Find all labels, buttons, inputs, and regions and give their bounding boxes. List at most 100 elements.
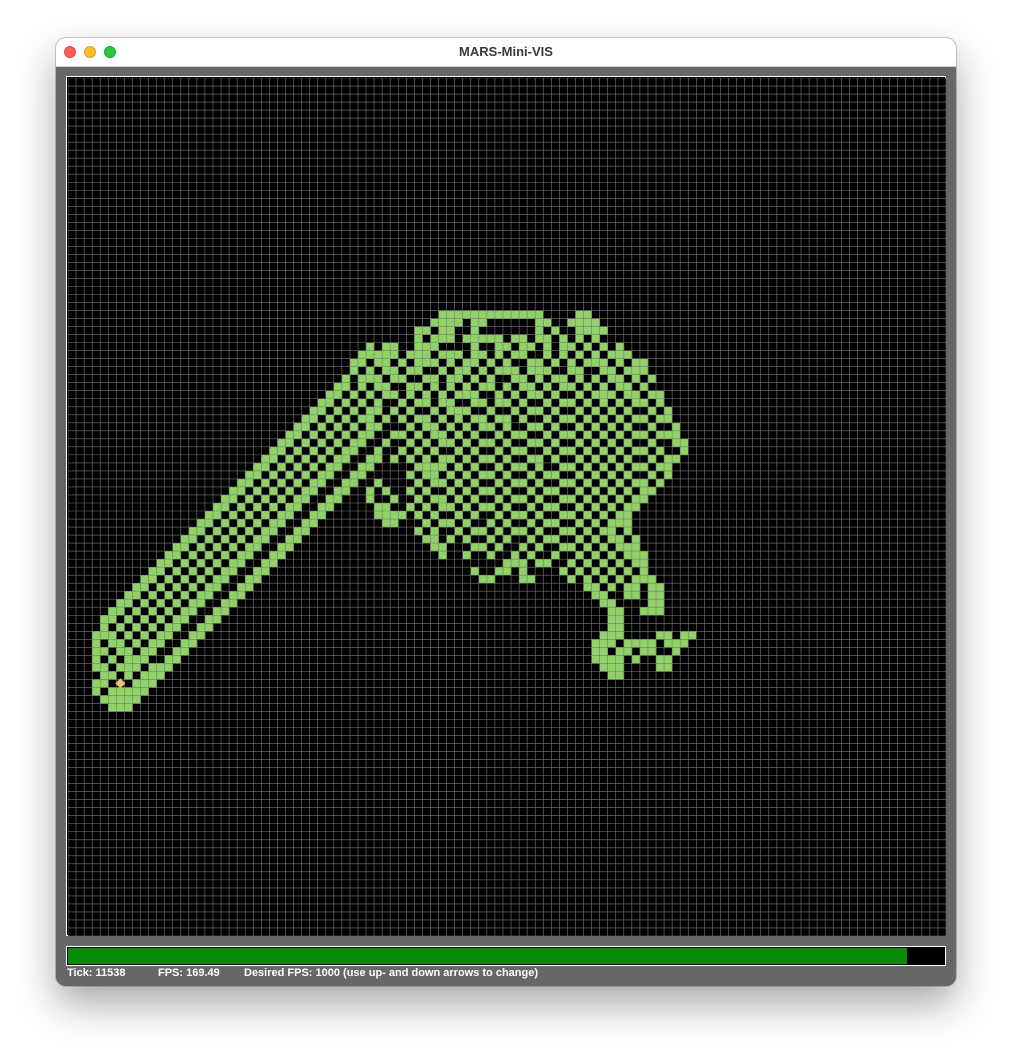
- occupied-cell: [486, 438, 496, 448]
- occupied-cell: [615, 382, 625, 392]
- occupied-cell: [229, 511, 238, 520]
- occupied-cell: [615, 623, 625, 632]
- occupied-cell: [470, 567, 480, 576]
- occupied-cell: [599, 494, 608, 504]
- occupied-cell: [156, 599, 165, 608]
- occupied-cell: [188, 551, 198, 560]
- occupied-cell: [196, 527, 206, 536]
- occupied-cell: [422, 462, 431, 472]
- occupied-cell: [607, 486, 617, 496]
- occupied-cell: [406, 470, 415, 480]
- occupied-cell: [317, 422, 327, 432]
- occupied-cell: [680, 446, 689, 456]
- occupied-cell: [478, 334, 488, 343]
- occupied-cell: [293, 462, 302, 472]
- occupied-cell: [124, 663, 133, 672]
- occupied-cell: [454, 430, 463, 440]
- occupied-cell: [124, 615, 133, 624]
- occupied-cell: [221, 519, 230, 528]
- occupied-cell: [124, 695, 133, 704]
- occupied-cell: [639, 639, 649, 648]
- occupied-cell: [414, 334, 423, 343]
- occupied-cell: [591, 390, 600, 400]
- occupied-cell: [615, 671, 625, 680]
- occupied-cell: [486, 535, 496, 544]
- occupied-cell: [108, 615, 117, 624]
- occupied-cell: [172, 551, 182, 560]
- occupied-cell: [543, 334, 552, 343]
- occupied-cell: [180, 591, 190, 600]
- occupied-cell: [567, 527, 576, 536]
- occupied-cell: [527, 382, 536, 392]
- occupied-cell: [422, 454, 431, 464]
- occupied-cell: [229, 486, 238, 496]
- occupied-cell: [647, 647, 657, 656]
- occupied-cell: [615, 543, 625, 552]
- occupied-cell: [406, 454, 415, 464]
- occupied-cell: [607, 623, 617, 632]
- occupied-cell: [164, 631, 174, 640]
- occupied-cell: [623, 406, 633, 416]
- occupied-cell: [639, 430, 649, 440]
- occupied-cell: [285, 486, 294, 496]
- occupied-cell: [470, 318, 480, 327]
- occupied-cell: [212, 559, 222, 568]
- occupied-cell: [519, 462, 528, 472]
- occupied-cell: [664, 462, 673, 472]
- occupied-cell: [607, 663, 617, 672]
- occupied-cell: [446, 398, 455, 408]
- occupied-cell: [253, 543, 262, 552]
- occupied-cell: [567, 511, 576, 520]
- occupied-cell: [478, 502, 488, 512]
- occupied-cell: [583, 446, 592, 456]
- occupied-cell: [92, 663, 101, 672]
- occupied-cell: [285, 438, 294, 448]
- occupied-cell: [639, 446, 649, 456]
- occupied-cell: [325, 502, 335, 512]
- occupied-cell: [527, 551, 536, 560]
- occupied-cell: [124, 647, 133, 656]
- occupied-cell: [414, 527, 423, 536]
- occupied-cell: [567, 414, 576, 424]
- occupied-cell: [631, 639, 641, 648]
- occupied-cell: [647, 599, 657, 608]
- occupied-cell: [470, 326, 480, 335]
- occupied-cell: [583, 575, 592, 584]
- occupied-cell: [599, 663, 608, 672]
- occupied-cell: [631, 575, 641, 584]
- occupied-cell: [204, 535, 214, 544]
- occupied-cell: [478, 454, 488, 464]
- occupied-cell: [543, 559, 552, 568]
- occupied-cell: [543, 430, 552, 440]
- occupied-cell: [639, 647, 649, 656]
- occupied-cell: [607, 527, 617, 536]
- occupied-cell: [309, 478, 319, 488]
- occupied-cell: [196, 543, 206, 552]
- occupied-cell: [567, 494, 576, 504]
- occupied-cell: [357, 382, 367, 392]
- occupied-cell: [470, 430, 480, 440]
- occupied-cell: [261, 527, 270, 536]
- occupied-cell: [599, 511, 608, 520]
- occupied-cell: [623, 350, 633, 359]
- occupied-cell: [422, 438, 431, 448]
- occupied-cell: [277, 511, 286, 520]
- occupied-cell: [269, 559, 278, 568]
- occupied-cell: [470, 374, 480, 384]
- occupied-cell: [390, 406, 399, 416]
- occupied-cell: [551, 358, 560, 367]
- occupied-cell: [285, 454, 294, 464]
- occupied-cell: [132, 655, 141, 664]
- occupied-cell: [535, 390, 544, 400]
- occupied-cell: [486, 486, 496, 496]
- occupied-cell: [277, 478, 286, 488]
- occupied-cell: [639, 607, 649, 616]
- occupied-cell: [599, 462, 608, 472]
- occupied-cell: [269, 446, 278, 456]
- occupied-cell: [430, 334, 439, 343]
- occupied-cell: [398, 511, 407, 520]
- occupied-cell: [511, 478, 520, 488]
- occupied-cell: [269, 527, 278, 536]
- occupied-cell: [486, 310, 496, 319]
- occupied-cell: [511, 430, 520, 440]
